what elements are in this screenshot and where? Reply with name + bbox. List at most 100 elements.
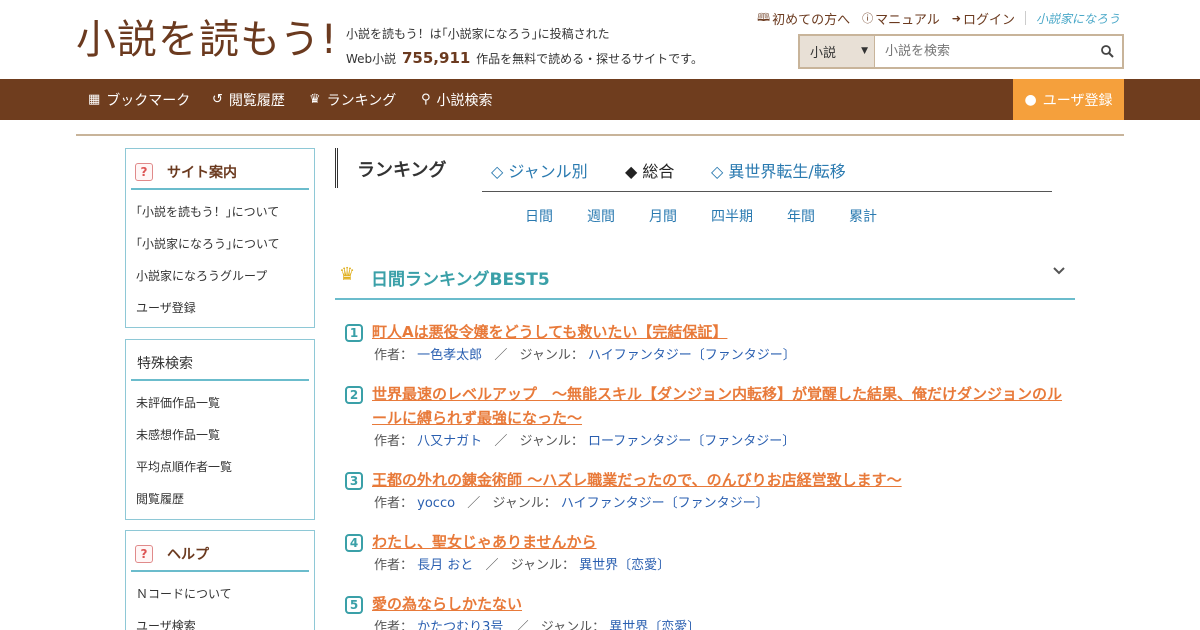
manual-label: マニュアル bbox=[875, 12, 940, 28]
help-title-text: ヘルプ bbox=[167, 546, 209, 563]
genre-label: ジャンル： bbox=[519, 434, 584, 449]
crown-icon: ♛ bbox=[309, 92, 321, 107]
question-icon: ? bbox=[135, 162, 153, 181]
search-type-value: 小説 bbox=[810, 46, 837, 61]
separator: ／ bbox=[494, 434, 508, 449]
nav-history[interactable]: ↺ 閲覧履歴 bbox=[212, 79, 285, 120]
tab-genre[interactable]: ◇ ジャンル別 bbox=[491, 158, 588, 182]
question-icon: ⓘ bbox=[862, 12, 874, 25]
book-icon: 🕮 bbox=[757, 10, 771, 24]
sidebar-item-narou-group[interactable]: 小説家になろうグループ bbox=[126, 260, 314, 292]
sidebar-item-no-impression[interactable]: 未感想作品一覧 bbox=[126, 419, 314, 451]
separator: ／ bbox=[494, 348, 508, 363]
tagline-line2: Web小説 755,911 作品を無料で読める・探せるサイトです。 bbox=[346, 46, 703, 71]
caret-down-icon: ▼ bbox=[861, 46, 868, 56]
search-button[interactable] bbox=[1092, 36, 1122, 67]
nav-bookmark[interactable]: ▦ ブックマーク bbox=[88, 79, 190, 120]
novel-meta: 作者： 八又ナガト ／ ジャンル： ローファンタジー〔ファンタジー〕 bbox=[345, 430, 1075, 454]
top-links: 🕮 初めての方へ ⓘ マニュアル ➜ ログイン 小説家になろう bbox=[745, 8, 1120, 28]
sidebar-site-info: ? サイト案内 ｢小説を読もう！｣について ｢小説家になろう｣について 小説家に… bbox=[125, 148, 315, 328]
genre-link[interactable]: 異世界〔恋愛〕 bbox=[579, 558, 670, 573]
novel-meta: 作者： かたつむり3号 ／ ジャンル： 異世界〔恋愛〕 bbox=[345, 616, 1075, 630]
novel-title-link[interactable]: 愛の為ならしかたない bbox=[345, 592, 1075, 616]
novel-meta: 作者： yocco ／ ジャンル： ハイファンタジー〔ファンタジー〕 bbox=[345, 492, 1075, 516]
login-link[interactable]: ➜ ログイン bbox=[952, 9, 1015, 28]
nav-ranking[interactable]: ♛ ランキング bbox=[309, 79, 396, 120]
genre-link[interactable]: ローファンタジー〔ファンタジー〕 bbox=[588, 434, 795, 449]
divider bbox=[1024, 11, 1026, 25]
sidebar-item-unrated[interactable]: 未評価作品一覧 bbox=[126, 387, 314, 419]
period-yearly[interactable]: 年間 bbox=[787, 206, 815, 226]
tagline-suffix: 作品を無料で読める・探せるサイトです。 bbox=[476, 52, 703, 66]
sidebar-item-user-search[interactable]: ユーザ検索 bbox=[126, 610, 314, 630]
period-weekly[interactable]: 週間 bbox=[587, 206, 615, 226]
period-quarterly[interactable]: 四半期 bbox=[711, 206, 753, 226]
separator: ／ bbox=[515, 620, 529, 630]
tab-overall[interactable]: ◆ 総合 bbox=[625, 158, 674, 182]
tab-isekai[interactable]: ◇ 異世界転生/転移 bbox=[711, 158, 846, 182]
heading-bar bbox=[335, 148, 338, 188]
author-link[interactable]: かたつむり3号 bbox=[417, 620, 503, 630]
nav-bookmark-label: ブックマーク bbox=[106, 92, 191, 109]
sidebar-item-ncode[interactable]: Ｎコードについて bbox=[126, 578, 314, 610]
ranking-entry-3: 3 王都の外れの錬金術師 ～ハズレ職業だったので、のんびりお店経営致します～ 作… bbox=[345, 468, 1075, 516]
chevron-down-icon[interactable] bbox=[1053, 264, 1065, 280]
nav-search[interactable]: ⚲ 小説検索 bbox=[421, 79, 493, 120]
search-bar: 小説 ▼ bbox=[798, 34, 1124, 69]
rank-badge: 2 bbox=[345, 386, 363, 404]
author-link[interactable]: 長月 おと bbox=[417, 558, 473, 573]
ranking-entry-2: 2 世界最速のレベルアップ ～無能スキル【ダンジョン内転移】が覚醒した結果、俺だ… bbox=[345, 382, 1075, 454]
novel-title-link[interactable]: 世界最速のレベルアップ ～無能スキル【ダンジョン内転移】が覚醒した結果、俺だけダ… bbox=[345, 382, 1075, 430]
user-register-button[interactable]: ● ユーザ登録 bbox=[1013, 79, 1124, 120]
user-register-label: ユーザ登録 bbox=[1042, 92, 1113, 109]
ranking-entry-5: 5 愛の為ならしかたない 作者： かたつむり3号 ／ ジャンル： 異世界〔恋愛〕 bbox=[345, 592, 1075, 630]
site-tagline: 小説を読もう！は｢小説家になろう｣に投稿された Web小説 755,911 作品… bbox=[346, 22, 703, 71]
narou-brand-logo[interactable]: 小説家になろう bbox=[1036, 10, 1120, 27]
search-type-select[interactable]: 小説 ▼ bbox=[800, 36, 875, 67]
special-search-list: 未評価作品一覧 未感想作品一覧 平均点順作者一覧 閲覧履歴 bbox=[126, 381, 314, 517]
search-input[interactable] bbox=[875, 36, 1092, 67]
first-time-label: 初めての方へ bbox=[772, 12, 851, 28]
first-time-link[interactable]: 🕮 初めての方へ bbox=[757, 9, 850, 28]
login-icon: ➜ bbox=[951, 11, 961, 25]
tagline-line1: 小説を読もう！は｢小説家になろう｣に投稿された bbox=[346, 27, 610, 41]
novel-title-link[interactable]: 王都の外れの錬金術師 ～ハズレ職業だったので、のんびりお店経営致します～ bbox=[345, 468, 1075, 492]
site-info-title-text: サイト案内 bbox=[167, 164, 237, 181]
period-daily[interactable]: 日間 bbox=[525, 206, 553, 226]
novel-title-link[interactable]: わたし、聖女じゃありませんから bbox=[345, 530, 1075, 554]
nav-ranking-label: ランキング bbox=[326, 92, 397, 109]
genre-label: ジャンル： bbox=[519, 348, 584, 363]
author-label: 作者： bbox=[374, 620, 414, 630]
period-total[interactable]: 累計 bbox=[849, 206, 877, 226]
period-monthly[interactable]: 月間 bbox=[649, 206, 677, 226]
separator: ／ bbox=[485, 558, 499, 573]
author-label: 作者： bbox=[374, 558, 414, 573]
daily-best-title: 日間ランキングBEST5 bbox=[371, 270, 550, 290]
search-icon: ⚲ bbox=[421, 92, 431, 107]
sidebar-item-about-yomou[interactable]: ｢小説を読もう！｣について bbox=[126, 196, 314, 228]
author-link[interactable]: yocco bbox=[417, 496, 455, 511]
sidebar-item-user-register[interactable]: ユーザ登録 bbox=[126, 292, 314, 324]
help-list: Ｎコードについて ユーザ検索 bbox=[126, 572, 314, 630]
site-info-title: ? サイト案内 bbox=[131, 155, 309, 190]
daily-best-header[interactable]: ♛ 日間ランキングBEST5 bbox=[335, 256, 1075, 300]
author-link[interactable]: 一色孝太郎 bbox=[417, 348, 482, 363]
author-link[interactable]: 八又ナガト bbox=[417, 434, 482, 449]
login-label: ログイン bbox=[962, 12, 1015, 28]
rank-badge: 3 bbox=[345, 472, 363, 490]
genre-link[interactable]: ハイファンタジー〔ファンタジー〕 bbox=[561, 496, 769, 511]
sidebar-item-about-narou[interactable]: ｢小説家になろう｣について bbox=[126, 228, 314, 260]
novel-meta: 作者： 長月 おと ／ ジャンル： 異世界〔恋愛〕 bbox=[345, 554, 1075, 578]
genre-link[interactable]: 異世界〔恋愛〕 bbox=[609, 620, 700, 630]
genre-link[interactable]: ハイファンタジー〔ファンタジー〕 bbox=[588, 348, 796, 363]
novel-meta: 作者： 一色孝太郎 ／ ジャンル： ハイファンタジー〔ファンタジー〕 bbox=[345, 344, 1075, 368]
sidebar-item-history[interactable]: 閲覧履歴 bbox=[126, 483, 314, 515]
author-label: 作者： bbox=[374, 434, 414, 449]
rank-badge: 5 bbox=[345, 596, 363, 614]
novel-title-link[interactable]: 町人Aは悪役令嬢をどうしても救いたい【完結保証】 bbox=[345, 320, 1075, 344]
manual-link[interactable]: ⓘ マニュアル bbox=[862, 9, 940, 28]
site-logo[interactable]: 小説を読もう! bbox=[76, 18, 338, 62]
author-label: 作者： bbox=[374, 348, 414, 363]
sidebar-item-avg-score-authors[interactable]: 平均点順作者一覧 bbox=[126, 451, 314, 483]
main-nav: ▦ ブックマーク ↺ 閲覧履歴 ♛ ランキング ⚲ 小説検索 ● ユーザ登録 bbox=[0, 79, 1200, 120]
